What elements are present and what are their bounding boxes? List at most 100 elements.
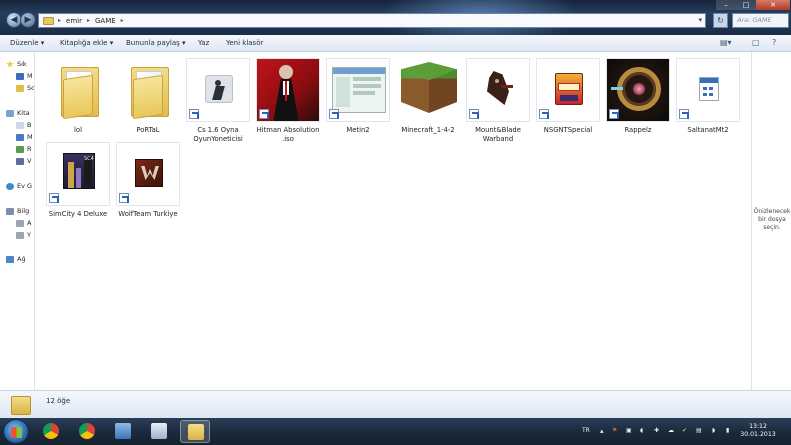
folder-icon bbox=[131, 67, 169, 120]
sidebar-item-label: Y bbox=[27, 231, 31, 239]
sidebar-item-computer[interactable]: Bilg bbox=[6, 207, 29, 215]
sidebar-item-label: A bbox=[27, 219, 32, 227]
sidebar-item-recent[interactable]: Sc bbox=[16, 84, 34, 92]
file-name: lol bbox=[74, 126, 82, 134]
taskbar: TR ▴ ⚑ ▣ ◖ ✚ ☁ ✔ ▤ ◗ ▮ 13:12 30.01.2013 bbox=[0, 418, 791, 445]
sidebar-item-videos[interactable]: V bbox=[16, 157, 31, 165]
file-name: Hitman Absolution .iso bbox=[256, 126, 320, 143]
app-tray-icon[interactable]: ✚ bbox=[654, 427, 659, 434]
thumbnail bbox=[396, 58, 460, 122]
taskbar-app-media[interactable] bbox=[144, 420, 174, 443]
start-button[interactable] bbox=[3, 419, 29, 444]
network-icon bbox=[6, 255, 14, 263]
sidebar-item-documents[interactable]: B bbox=[16, 121, 31, 129]
signal-icon[interactable]: ▴ bbox=[600, 427, 604, 435]
file-item[interactable]: Mount&Blade Warband bbox=[466, 58, 530, 148]
view-options-icon[interactable]: ▤▾ bbox=[720, 38, 732, 47]
taskbar-app-explorer[interactable] bbox=[180, 420, 210, 443]
breadcrumb-item[interactable]: GAME bbox=[95, 17, 116, 25]
taskbar-app-chrome[interactable] bbox=[36, 420, 66, 443]
star-icon bbox=[6, 60, 14, 68]
sidebar-item-drive-y[interactable]: Y bbox=[16, 231, 31, 239]
thumbnail bbox=[256, 58, 320, 122]
minimize-button[interactable]: – bbox=[716, 0, 736, 10]
thumbnail bbox=[676, 58, 740, 122]
clock-date: 30.01.2013 bbox=[740, 431, 776, 438]
counter-strike-icon bbox=[205, 75, 233, 103]
sidebar-item-libraries[interactable]: Kita bbox=[6, 109, 30, 117]
thumbnail bbox=[326, 58, 390, 122]
maximize-button[interactable]: □ bbox=[736, 0, 756, 10]
metin2-icon bbox=[332, 67, 386, 113]
wolfteam-icon bbox=[135, 159, 163, 187]
file-item[interactable]: Hitman Absolution .iso bbox=[256, 58, 320, 148]
shortcut-arrow-icon bbox=[119, 193, 129, 203]
network-tray-icon[interactable]: ▤ bbox=[696, 427, 702, 434]
sidebar-item-desktop[interactable]: M bbox=[16, 72, 33, 80]
video-icon bbox=[16, 157, 24, 165]
sidebar-item-favorites[interactable]: Sık bbox=[6, 60, 27, 68]
taskbar-app-chrome-2[interactable] bbox=[72, 420, 102, 443]
language-indicator[interactable]: TR bbox=[582, 427, 590, 434]
drive-icon bbox=[16, 231, 24, 239]
sidebar-item-drive-a[interactable]: A bbox=[16, 219, 31, 227]
volume-icon[interactable]: ◗ bbox=[712, 427, 715, 434]
details-pane: 12 öğe bbox=[0, 390, 791, 418]
sidebar-item-music[interactable]: M bbox=[16, 133, 33, 141]
address-bar[interactable]: ▸ emir ▸ GAME ▸ ▾ bbox=[38, 13, 706, 28]
picture-icon bbox=[16, 145, 24, 153]
clock[interactable]: 13:12 30.01.2013 bbox=[738, 423, 778, 439]
forward-button[interactable]: ▶ bbox=[20, 12, 36, 28]
speaker-icon[interactable]: ◖ bbox=[640, 427, 643, 434]
sidebar-item-label: Bilg bbox=[17, 207, 30, 215]
breadcrumb-separator-icon: ▸ bbox=[58, 17, 62, 24]
computer-icon bbox=[6, 207, 14, 215]
breadcrumb-item[interactable]: emir bbox=[66, 17, 82, 25]
sidebar-item-label: M bbox=[27, 133, 33, 141]
file-item[interactable]: Cs 1.6 Oyna OyunYoneticisi bbox=[186, 58, 250, 148]
taskbar-app-control-panel[interactable] bbox=[108, 420, 138, 443]
share-with-menu[interactable]: Bununla paylaş ▾ bbox=[126, 39, 186, 47]
media-icon bbox=[151, 423, 167, 439]
monitor-icon[interactable]: ▣ bbox=[626, 427, 632, 434]
app-tray-icon-2[interactable]: ☁ bbox=[668, 427, 674, 434]
include-in-library-menu[interactable]: Kitaplığa ekle ▾ bbox=[60, 39, 113, 47]
sidebar-item-label: Ağ bbox=[17, 255, 26, 263]
file-name: Minecraft_1-4-2 bbox=[401, 126, 455, 134]
shortcut-arrow-icon bbox=[49, 193, 59, 203]
preview-pane-icon[interactable]: ▢ bbox=[752, 38, 760, 47]
file-item[interactable]: Metin2 bbox=[326, 58, 390, 148]
file-item[interactable]: WolfTeam Turkiye bbox=[116, 142, 180, 232]
address-dropdown-icon[interactable]: ▾ bbox=[698, 16, 702, 24]
help-icon[interactable]: ? bbox=[772, 38, 776, 47]
breadcrumb-separator-icon: ▸ bbox=[86, 17, 90, 24]
explorer-icon bbox=[188, 424, 204, 440]
power-icon[interactable]: ▮ bbox=[726, 427, 729, 434]
file-name: Mount&Blade Warband bbox=[475, 126, 521, 143]
folder-icon bbox=[61, 67, 99, 120]
file-item[interactable]: SC4 SimCity 4 Deluxe bbox=[46, 142, 110, 232]
flag-icon[interactable]: ⚑ bbox=[612, 427, 617, 434]
file-name: SaltanatMt2 bbox=[687, 126, 729, 134]
file-item[interactable]: SaltanatMt2 bbox=[676, 58, 740, 148]
refresh-button[interactable]: ↻ bbox=[713, 13, 728, 28]
new-folder-button[interactable]: Yeni klasör bbox=[226, 39, 263, 47]
folder-icon bbox=[16, 84, 24, 92]
sidebar-item-homegroup[interactable]: Ev G bbox=[6, 182, 32, 190]
file-item[interactable]: Minecraft_1-4-2 bbox=[396, 58, 460, 148]
file-item[interactable]: PoRTaL bbox=[116, 58, 180, 148]
file-item[interactable]: lol bbox=[46, 58, 110, 148]
file-item[interactable]: NSGNTSpecial bbox=[536, 58, 600, 148]
sidebar-item-label: M bbox=[27, 72, 33, 80]
organize-menu[interactable]: Düzenle ▾ bbox=[10, 39, 44, 47]
sidebar-item-label: V bbox=[27, 157, 32, 165]
thumbnail bbox=[46, 58, 110, 122]
check-icon[interactable]: ✔ bbox=[682, 427, 687, 434]
sidebar-item-network[interactable]: Ağ bbox=[6, 255, 26, 263]
search-input[interactable]: Ara: GAME bbox=[732, 13, 789, 28]
burn-button[interactable]: Yaz bbox=[198, 39, 209, 47]
close-button[interactable]: ✕ bbox=[756, 0, 790, 10]
sidebar-item-pictures[interactable]: R bbox=[16, 145, 32, 153]
file-item[interactable]: Rappelz bbox=[606, 58, 670, 148]
navigation-pane: Sık M Sc Kita B M R V Ev G Bilg A Y Ağ bbox=[0, 52, 35, 390]
